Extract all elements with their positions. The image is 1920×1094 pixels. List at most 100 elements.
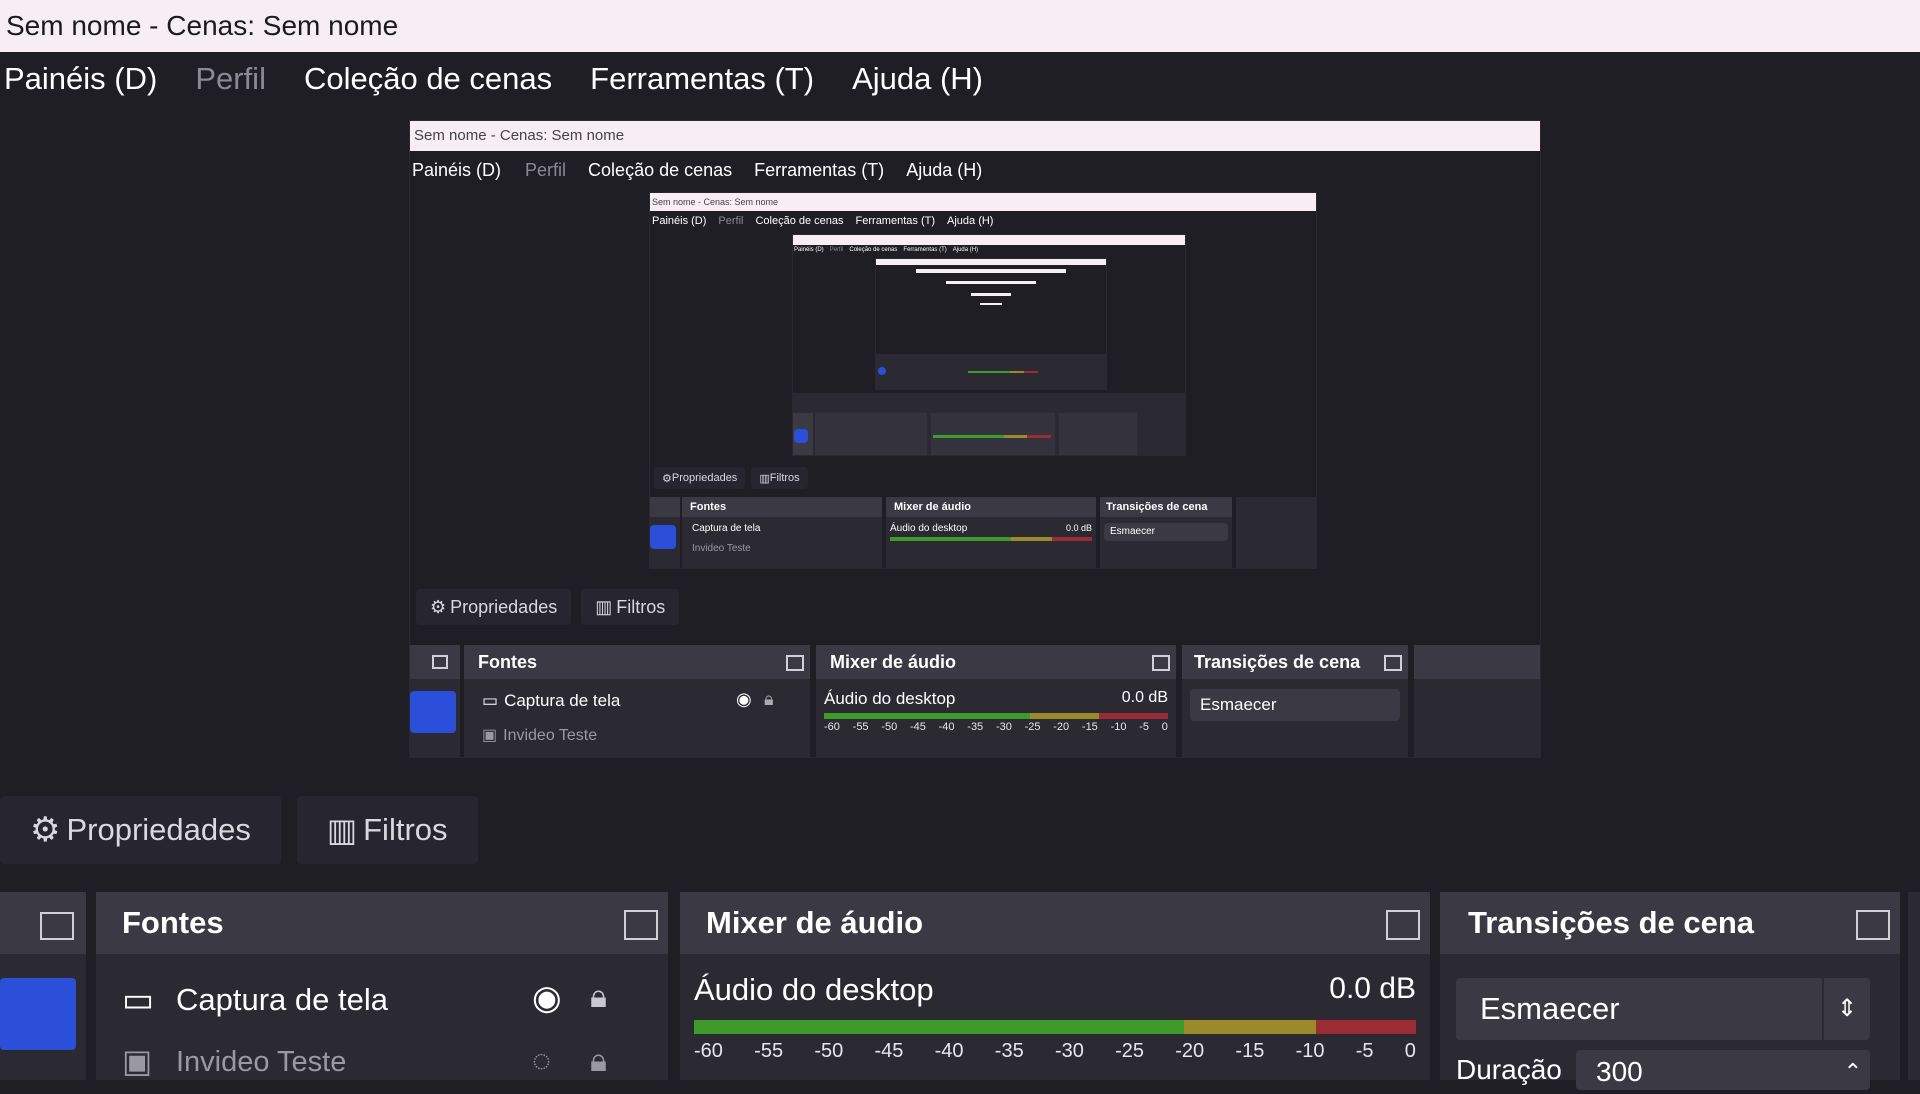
chevron-updown-icon: ⇕ — [1822, 978, 1870, 1040]
nested-source-name: Invideo Teste — [692, 543, 751, 554]
eye-hidden-icon[interactable]: ◌ — [532, 1042, 551, 1079]
undock-icon — [786, 655, 804, 671]
volume-meter — [694, 1020, 1416, 1034]
nested-title: Sem nome - Cenas: Sem nome — [650, 193, 1316, 211]
nested-source-name: Captura de tela — [504, 691, 621, 710]
nested-mixer-title: Mixer de áudio — [886, 497, 1096, 517]
nested-title: Sem nome - Cenas: Sem nome — [410, 121, 1540, 151]
nested-tab-properties: ⚙ Propriedades — [654, 467, 746, 489]
undock-icon[interactable] — [1386, 910, 1420, 940]
meter-tick: -50 — [881, 721, 898, 733]
nested-scene-item — [410, 691, 456, 733]
nested-tabs: ⚙ Propriedades ▥ Filtros — [654, 467, 808, 489]
lock-icon: 🔒︎ — [764, 689, 774, 709]
nested-menu-item: Painéis (D) — [652, 215, 707, 227]
meter-tick: -45 — [909, 721, 926, 733]
undock-icon[interactable] — [40, 912, 74, 940]
nested-scene-item — [650, 525, 676, 549]
filter-icon: ▥ — [326, 812, 358, 848]
menu-paineis[interactable]: Painéis (D) — [4, 61, 157, 97]
nested-sources-title: Fontes — [682, 497, 882, 517]
nested-extra-dock — [1236, 497, 1316, 568]
duration-value: 300 — [1596, 1056, 1643, 1087]
undock-icon — [1152, 655, 1170, 671]
nested-transitions-dock: Transições de cena Esmaecer — [1182, 645, 1408, 757]
nested-sources-dock — [815, 413, 927, 455]
menu-colecao-de-cenas[interactable]: Coleção de cenas — [304, 61, 552, 97]
mixer-title: Mixer de áudio — [680, 892, 1430, 954]
nested-transitions-dock — [1059, 413, 1137, 455]
nested-mixer-channel: Áudio do desktop — [890, 523, 968, 534]
nested-bottom: ⚙ Propriedades ▥ Filtros Fontes Captura de… — [650, 461, 1316, 568]
nested-volume-meter — [933, 435, 1051, 438]
nested-menu: Painéis (D) Perfil Coleção de cenas Ferr… — [650, 213, 993, 229]
monitor-icon: ▭ — [482, 691, 499, 710]
source-item[interactable]: ▭ Captura de tela ◉ 🔒︎ — [122, 978, 642, 1026]
transitions-title: Transições de cena — [1440, 892, 1900, 954]
transition-select-value: Esmaecer — [1480, 991, 1620, 1026]
nested-menu-item: Ajuda (H) — [906, 159, 983, 180]
nested-bottom: ⚙ Propriedades ▥ Filtros Fontes ▭ Captura… — [410, 579, 1540, 757]
nested-title — [916, 269, 1066, 273]
nested-menu-item: Painéis (D) — [412, 159, 502, 180]
nested-mixer-dock: Mixer de áudio Áudio do desktop 0.0 dB — [886, 497, 1096, 568]
undock-icon — [432, 655, 448, 669]
menu-ajuda[interactable]: Ajuda (H) — [852, 61, 983, 97]
meter-tick: -30 — [995, 721, 1012, 733]
meter-tick: 0 — [1404, 1040, 1416, 1062]
nested-tab-label: Propriedades — [671, 472, 738, 484]
filters-button[interactable]: ▥ Filtros — [296, 796, 478, 864]
lock-icon[interactable]: 🔒︎ — [590, 978, 607, 1016]
properties-button[interactable]: ⚙ Propriedades — [0, 796, 281, 864]
nested-mixer-level: 0.0 dB — [1065, 523, 1092, 533]
nested-transition-select: Esmaecer — [1104, 523, 1228, 541]
nested-menu: Painéis (D) Perfil Coleção de cenas Ferr… — [410, 155, 982, 185]
menu-bar: Painéis (D) Perfil Coleção de cenas Ferr… — [0, 52, 1920, 106]
meter-tick: -35 — [967, 721, 984, 733]
undock-icon — [1384, 655, 1402, 671]
nested-dock-header — [1414, 645, 1540, 679]
nested-menu-item: Coleção de cenas — [588, 159, 733, 180]
lock-icon[interactable]: 🔒︎ — [590, 1042, 607, 1080]
extra-dock-edge — [1908, 892, 1920, 1080]
eye-icon[interactable]: ◉ — [532, 978, 562, 1018]
eye-icon: ◉ — [736, 689, 752, 709]
meter-tick: -15 — [1235, 1040, 1265, 1062]
undock-icon[interactable] — [1856, 910, 1890, 940]
nested-mixer-title: Mixer de áudio — [816, 645, 1176, 679]
nested-tab-label: Filtros — [769, 472, 800, 484]
nested-menu-item: Coleção de cenas — [755, 215, 844, 227]
meter-tick: -10 — [1110, 721, 1127, 733]
scene-transitions-dock: Transições de cena Esmaecer ⇕ Duração 30… — [1440, 892, 1900, 1090]
scene-item[interactable] — [0, 978, 76, 1050]
duration-spinbox[interactable]: 300 ⌃ — [1576, 1050, 1870, 1090]
nested-meter-ticks: -60 -55 -50 -45 -40 -35 -30 -25 -20 -15 -10 -5 0 — [824, 721, 1168, 733]
transition-select[interactable]: Esmaecer ⇕ — [1456, 978, 1870, 1040]
source-item[interactable]: ▣ Invideo Teste ◌ 🔒︎ — [122, 1042, 642, 1082]
nested-menu-item: Ferramentas (T) — [754, 159, 885, 180]
monitor-icon: ▭ — [122, 981, 155, 1019]
menu-ferramentas[interactable]: Ferramentas (T) — [590, 61, 814, 97]
nested-sources-dock: Fontes Captura de tela Invideo Teste — [682, 497, 882, 568]
meter-tick: -35 — [994, 1040, 1024, 1062]
nested-tab-label: Propriedades — [450, 596, 558, 617]
nested-mixer-channel: Áudio do desktop — [824, 689, 956, 708]
filters-label: Filtros — [363, 812, 448, 847]
nested-scenes-dock — [410, 645, 460, 757]
nested-volume-meter — [890, 537, 1093, 541]
nested-menu-item: Perfil — [718, 215, 744, 227]
meter-tick: -5 — [1355, 1040, 1374, 1062]
nested-menu-item: Perfil — [525, 159, 567, 180]
meter-tick: -5 — [1139, 721, 1149, 733]
meter-tick: -25 — [1024, 721, 1041, 733]
source-name: Captura de tela — [176, 982, 388, 1017]
nested-title — [793, 235, 1185, 245]
nested-volume-meter — [824, 713, 1168, 719]
undock-icon[interactable] — [624, 910, 658, 940]
scenes-dock — [0, 892, 86, 1080]
meter-tick: -20 — [1175, 1040, 1205, 1062]
menu-perfil[interactable]: Perfil — [195, 61, 266, 97]
chevron-up-icon[interactable]: ⌃ — [1844, 1050, 1862, 1094]
nested-transitions-dock: Transições de cena Esmaecer — [1100, 497, 1232, 568]
nested-transitions-title: Transições de cena — [1182, 645, 1408, 679]
